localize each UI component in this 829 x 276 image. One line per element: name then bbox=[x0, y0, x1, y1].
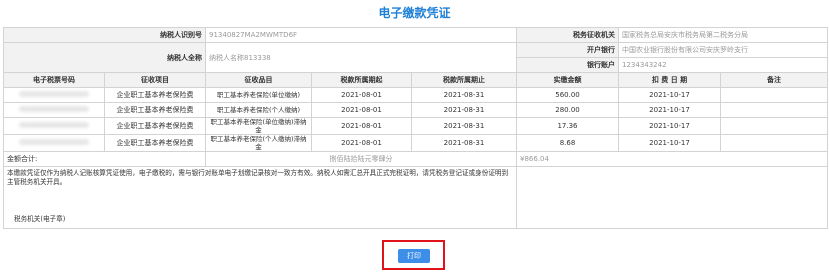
header-note: 备注 bbox=[720, 72, 828, 88]
header-amount: 实缴金额 bbox=[516, 72, 619, 88]
note-cell bbox=[720, 117, 828, 135]
bank-label: 开户银行 bbox=[516, 42, 619, 58]
deduct-date-cell: 2021-10-17 bbox=[618, 87, 721, 103]
table-row: 企业职工基本养老保险费 职工基本养老保险(个人缴纳) 2021-08-01 20… bbox=[3, 102, 828, 118]
period-end-cell: 2021-08-31 bbox=[411, 117, 517, 135]
period-start-cell: 2021-08-01 bbox=[311, 87, 412, 103]
table-row: 企业职工基本养老保险费 职工基本养老保险(单位缴纳) 2021-08-01 20… bbox=[3, 87, 828, 103]
levy-subitem-cell: 职工基本养老保险(个人缴纳) bbox=[205, 102, 312, 118]
taxpayer-name-row: 纳税人全称 纳税人名称813338 开户银行 中国农业银行股份有限公司安庆罗岭支… bbox=[3, 42, 828, 73]
period-end-cell: 2021-08-31 bbox=[411, 134, 517, 152]
table-row: 企业职工基本养老保险费 职工基本养老保险(单位缴纳)滞纳金 2021-08-01… bbox=[3, 117, 828, 135]
notice-blank-cell bbox=[516, 166, 828, 229]
page-title: 电子缴款凭证 bbox=[378, 6, 451, 20]
payment-certificate-table: 纳税人识别号 91340827MA2MWMTD6F 税务征收机关 国家税务总局安… bbox=[3, 27, 828, 229]
header-deduct-date: 扣 费 日 期 bbox=[618, 72, 721, 88]
table-header: 电子税票号码 征收项目 征收品目 税款所属期起 税款所属期止 实缴金额 扣 费 … bbox=[3, 72, 828, 88]
levy-item-cell: 企业职工基本养老保险费 bbox=[104, 117, 206, 135]
period-end-cell: 2021-08-31 bbox=[411, 87, 517, 103]
bank-account-value: 1234343242 bbox=[618, 57, 828, 73]
period-start-cell: 2021-08-01 bbox=[311, 117, 412, 135]
total-label: 金额合计: bbox=[3, 151, 206, 167]
total-row: 金额合计: 捌佰陆拾陆元零肆分 ¥866.04 bbox=[3, 151, 828, 167]
levy-item-cell: 企业职工基本养老保险费 bbox=[104, 134, 206, 152]
blurred-ticket-no bbox=[19, 139, 89, 145]
period-end-cell: 2021-08-31 bbox=[411, 102, 517, 118]
deduct-date-cell: 2021-10-17 bbox=[618, 134, 721, 152]
ticket-no-cell bbox=[3, 117, 105, 135]
taxpayer-id-row: 纳税人识别号 91340827MA2MWMTD6F 税务征收机关 国家税务总局安… bbox=[3, 27, 828, 43]
header-levy-item: 征收项目 bbox=[104, 72, 206, 88]
taxpayer-id-value: 91340827MA2MWMTD6F bbox=[205, 27, 517, 43]
table-row: 企业职工基本养老保险费 职工基本养老保险(个人缴纳)滞纳金 2021-08-01… bbox=[3, 134, 828, 152]
amount-cell: 280.00 bbox=[516, 102, 619, 118]
deduct-date-cell: 2021-10-17 bbox=[618, 102, 721, 118]
notice-cell: 本缴款凭证仅作为纳税人记账核算凭证使用，电子缴税的，需与银行对账单电子划缴记录核… bbox=[3, 166, 517, 229]
print-button[interactable]: 打印 bbox=[398, 249, 430, 263]
amount-cell: 17.36 bbox=[516, 117, 619, 135]
total-amount-figures: ¥866.04 bbox=[516, 151, 828, 167]
total-amount-words: 捌佰陆拾陆元零肆分 bbox=[205, 151, 517, 167]
header-period-start: 税款所属期起 bbox=[311, 72, 412, 88]
tax-authority-value: 国家税务总局安庆市税务局第二税务分局 bbox=[618, 27, 828, 43]
note-cell bbox=[720, 87, 828, 103]
deduct-date-cell: 2021-10-17 bbox=[618, 117, 721, 135]
header-period-end: 税款所属期止 bbox=[411, 72, 517, 88]
header-ticket-no: 电子税票号码 bbox=[3, 72, 105, 88]
bank-value: 中国农业银行股份有限公司安庆罗岭支行 bbox=[618, 42, 828, 58]
taxpayer-name-value: 纳税人名称813338 bbox=[205, 42, 517, 73]
period-start-cell: 2021-08-01 bbox=[311, 134, 412, 152]
levy-item-cell: 企业职工基本养老保险费 bbox=[104, 102, 206, 118]
bank-account-label: 银行账户 bbox=[516, 57, 619, 73]
note-cell bbox=[720, 102, 828, 118]
taxpayer-name-label: 纳税人全称 bbox=[3, 42, 206, 73]
blurred-ticket-no bbox=[19, 91, 89, 97]
note-cell bbox=[720, 134, 828, 152]
period-start-cell: 2021-08-01 bbox=[311, 102, 412, 118]
header-levy-subitem: 征收品目 bbox=[205, 72, 312, 88]
notice-row: 本缴款凭证仅作为纳税人记账核算凭证使用，电子缴税的，需与银行对账单电子划缴记录核… bbox=[3, 166, 828, 229]
levy-subitem-cell: 职工基本养老保险(单位缴纳)滞纳金 bbox=[205, 117, 312, 135]
levy-subitem-cell: 职工基本养老保险(单位缴纳) bbox=[205, 87, 312, 103]
amount-cell: 560.00 bbox=[516, 87, 619, 103]
ticket-no-cell bbox=[3, 87, 105, 103]
notice-text: 本缴款凭证仅作为纳税人记账核算凭证使用，电子缴税的，需与银行对账单电子划缴记录核… bbox=[7, 169, 509, 186]
levy-subitem-cell: 职工基本养老保险(个人缴纳)滞纳金 bbox=[205, 134, 312, 152]
tax-office-seal: 税务机关(电子章) bbox=[14, 215, 66, 223]
ticket-no-cell bbox=[3, 134, 105, 152]
levy-item-cell: 企业职工基本养老保险费 bbox=[104, 87, 206, 103]
blurred-ticket-no bbox=[19, 106, 89, 112]
blurred-ticket-no bbox=[19, 122, 89, 128]
taxpayer-id-label: 纳税人识别号 bbox=[3, 27, 206, 43]
ticket-no-cell bbox=[3, 102, 105, 118]
amount-cell: 8.68 bbox=[516, 134, 619, 152]
tax-authority-label: 税务征收机关 bbox=[516, 27, 619, 43]
